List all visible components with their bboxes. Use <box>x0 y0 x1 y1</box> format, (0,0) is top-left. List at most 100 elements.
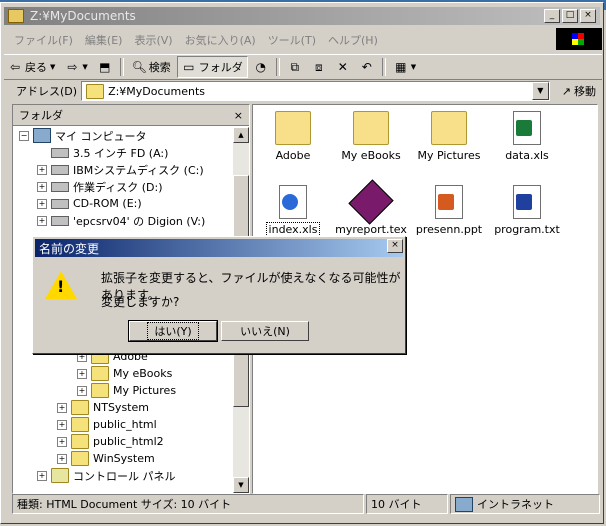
tree-item-label: コントロール パネル <box>73 469 176 483</box>
forward-arrow-icon: ⇨ <box>67 60 78 74</box>
drive-icon <box>51 181 69 192</box>
folder-icon <box>86 83 105 99</box>
tree-item[interactable]: + NTSystem <box>57 399 149 416</box>
status-zone-label: イントラネット <box>477 498 554 511</box>
tree-item[interactable]: + 作業ディスク (D:) <box>37 178 163 195</box>
file-label[interactable]: index.xls <box>265 222 321 237</box>
tree-item[interactable]: + My Pictures <box>77 382 176 399</box>
yes-button[interactable]: はい(Y) <box>128 320 218 342</box>
ie-document-icon <box>279 185 307 219</box>
no-label: いいえ(N) <box>240 325 290 338</box>
scroll-up-button[interactable]: ▲ <box>233 127 249 143</box>
menu-edit[interactable]: 編集(E) <box>81 32 127 48</box>
menu-favorites[interactable]: お気に入り(A) <box>181 32 260 48</box>
tree-item-label: NTSystem <box>93 401 149 414</box>
intranet-icon <box>455 496 473 512</box>
file-label: Adobe <box>275 149 311 162</box>
up-folder-button[interactable]: ⬒ <box>94 57 116 77</box>
file-label: myreport.tex <box>335 223 407 236</box>
back-label: 戻る <box>25 61 47 74</box>
window-titlebar[interactable]: Z:¥MyDocuments _ □ × <box>4 7 600 25</box>
tree-item-label: 'epcsrv04' の Digion (V:) <box>73 214 206 228</box>
views-button[interactable]: ▦ ▼ <box>390 57 420 77</box>
folder-icon <box>71 434 89 449</box>
copy-to-icon: ⧈ <box>314 60 323 74</box>
folder-icon <box>91 366 109 381</box>
tree-item[interactable]: + My eBooks <box>77 365 172 382</box>
rename-warning-dialog: 名前の変更 × ! 拡張子を変更すると、ファイルが使えなくなる可能性があります。… <box>32 236 406 354</box>
menu-file[interactable]: ファイル(F) <box>10 32 77 48</box>
file-item[interactable]: myreport.tex <box>333 179 409 236</box>
address-dropdown-button[interactable]: ▼ <box>531 82 549 100</box>
dialog-question: 変更しますか? <box>101 295 180 309</box>
file-item[interactable]: data.xls <box>489 111 565 162</box>
tex-file-icon <box>348 179 394 225</box>
file-label: My Pictures <box>417 149 481 162</box>
undo-button[interactable]: ↶ <box>356 57 378 77</box>
tree-item[interactable]: + public_html2 <box>57 433 164 450</box>
file-label: program.txt <box>494 223 560 236</box>
close-button[interactable]: × <box>580 9 596 23</box>
address-value[interactable]: Z:¥MyDocuments <box>108 85 205 98</box>
dialog-close-button[interactable]: × <box>387 239 403 253</box>
tree-item[interactable]: + コントロール パネル <box>37 467 176 484</box>
address-field[interactable]: Z:¥MyDocuments ▼ <box>81 81 550 101</box>
folders-pane-close-button[interactable]: × <box>234 109 243 122</box>
delete-button[interactable]: ✕ <box>332 57 354 77</box>
tree-item[interactable]: + WinSystem <box>57 450 155 467</box>
search-button[interactable]: 🔍︎ 検索 <box>128 57 175 77</box>
powerpoint-file-icon <box>435 185 463 219</box>
file-item[interactable]: presenn.ppt <box>411 185 487 236</box>
menu-tools[interactable]: ツール(T) <box>264 32 320 48</box>
folder-icon <box>71 417 89 432</box>
file-item[interactable]: My Pictures <box>411 111 487 162</box>
tree-item-label: 作業ディスク (D:) <box>73 180 163 194</box>
tree-item[interactable]: + IBMシステムディスク (C:) <box>37 161 204 178</box>
excel-file-icon <box>513 111 541 145</box>
move-to-button[interactable]: ⧉ <box>284 57 306 77</box>
address-label: アドレス(D) <box>16 85 78 98</box>
window-title: Z:¥MyDocuments <box>30 9 136 23</box>
undo-icon: ↶ <box>361 60 372 74</box>
file-label: data.xls <box>505 149 549 162</box>
history-icon: ◔ <box>255 60 267 74</box>
address-bar: アドレス(D) Z:¥MyDocuments ▼ ↗ 移動 <box>4 80 602 102</box>
folders-button[interactable]: ▭ フォルダ <box>176 56 248 78</box>
maximize-button[interactable]: □ <box>562 9 578 23</box>
chevron-down-icon: ▼ <box>82 63 88 71</box>
no-button[interactable]: いいえ(N) <box>221 321 309 341</box>
tree-item-label: public_html <box>93 418 157 431</box>
file-item[interactable]: My eBooks <box>333 111 409 162</box>
folder-icon <box>8 9 24 23</box>
minimize-button[interactable]: _ <box>544 9 560 23</box>
file-label: presenn.ppt <box>415 223 483 236</box>
go-arrow-icon: ↗ <box>561 84 571 98</box>
copy-to-button[interactable]: ⧈ <box>308 57 330 77</box>
toolbar-separator <box>275 58 280 76</box>
delete-icon: ✕ <box>337 60 348 74</box>
tree-item[interactable]: 3.5 インチ FD (A:) <box>51 144 168 161</box>
menu-view[interactable]: 表示(V) <box>130 32 176 48</box>
menu-help[interactable]: ヘルプ(H) <box>324 32 382 48</box>
file-item[interactable]: index.xls <box>255 185 331 237</box>
go-button[interactable]: ↗ 移動 <box>556 82 602 100</box>
tree-item[interactable]: + public_html <box>57 416 157 433</box>
tree-item[interactable]: + 'epcsrv04' の Digion (V:) <box>37 212 205 229</box>
file-item[interactable]: program.txt <box>489 185 565 236</box>
folders-label: フォルダ <box>198 61 243 74</box>
forward-button[interactable]: ⇨ ▼ <box>61 57 91 77</box>
tree-item[interactable]: − マイ コンピュータ <box>19 127 147 144</box>
scroll-down-button[interactable]: ▼ <box>233 477 249 493</box>
back-button[interactable]: ⇦ 戻る ▼ <box>4 57 59 77</box>
floppy-icon <box>51 147 69 158</box>
toolbar: ⇦ 戻る ▼ ⇨ ▼ ⬒ 🔍︎ 検索 ▭ フォルダ ◔ ⧉ ⧈ ✕ ↶ ▦ ▼ <box>4 54 602 80</box>
search-label: 検索 <box>148 61 171 74</box>
warning-icon: ! <box>45 271 77 299</box>
history-button[interactable]: ◔ <box>250 57 272 77</box>
dialog-titlebar[interactable]: 名前の変更 <box>35 239 403 257</box>
tree-item[interactable]: + CD-ROM (E:) <box>37 195 142 212</box>
chevron-down-icon: ▼ <box>410 63 417 71</box>
file-item[interactable]: Adobe <box>255 111 331 162</box>
toolbar-separator <box>119 58 124 76</box>
tree-item-label: WinSystem <box>93 452 155 465</box>
